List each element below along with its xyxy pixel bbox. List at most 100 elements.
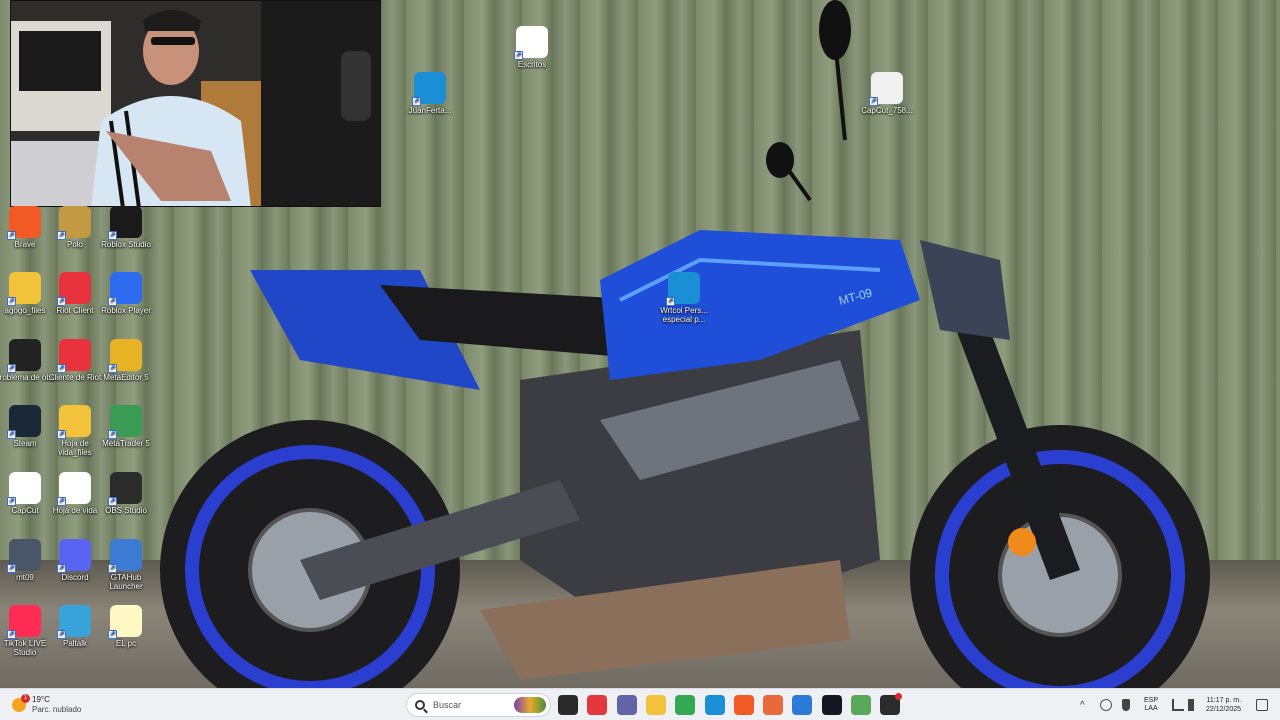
riot-icon: ↗: [57, 339, 91, 373]
chrome-doc-icon: ↗: [57, 472, 91, 506]
taskbar-app-store[interactable]: [792, 695, 813, 715]
search-icon: [415, 700, 425, 710]
brave-icon: ↗: [7, 206, 41, 240]
clock-date: 22/12/2025: [1206, 706, 1242, 713]
weather-temp: 19°C: [32, 695, 50, 704]
desktop-icon-label: Roblox Studio: [101, 240, 151, 249]
shortcut-arrow-icon: ↗: [57, 297, 66, 306]
edge-icon: ↗: [412, 72, 446, 106]
taskbar-app-file-explorer[interactable]: [645, 695, 666, 715]
language-line1: ESP: [1144, 697, 1159, 704]
network-icon[interactable]: [1172, 699, 1184, 711]
security-tray-icon[interactable]: [1100, 699, 1112, 711]
microphone-tray-icon[interactable]: [1122, 699, 1130, 711]
desktop-icon-label: MetaEditor 5: [103, 373, 149, 382]
shortcut-arrow-icon: ↗: [7, 430, 16, 439]
tiktok-icon: ↗: [7, 605, 41, 639]
taskbar-app-brave[interactable]: [733, 695, 754, 715]
volume-icon[interactable]: [1188, 699, 1198, 711]
search-placeholder: Buscar: [433, 700, 462, 710]
taskbar-app-teams[interactable]: [616, 695, 637, 715]
desktop-icon-gtahub[interactable]: ↗ GTAHub Launcher: [96, 539, 156, 591]
desktop-icon-escritos[interactable]: ↗ Escritos: [502, 26, 562, 69]
shortcut-arrow-icon: ↗: [57, 497, 66, 506]
weather-sun-icon: 1: [12, 694, 30, 712]
desktop-icon-metaeditor[interactable]: ↗ MetaEditor 5: [96, 339, 156, 382]
desktop-icon-juanferta[interactable]: ↗ JuanFerta...: [400, 72, 460, 115]
taskbar: 1 19°C Parc. nublado Buscar ^ ESP LAA 11…: [0, 688, 1280, 720]
shortcut-arrow-icon: ↗: [108, 630, 117, 639]
taskbar-app-mail[interactable]: [763, 695, 784, 715]
shortcut-arrow-icon: ↗: [412, 97, 421, 106]
text-file-icon: ↗: [108, 605, 142, 639]
taskbar-app-anydesk[interactable]: [587, 695, 608, 715]
roblox-icon: ↗: [108, 272, 142, 306]
start-button[interactable]: [380, 695, 400, 715]
taskbar-search-box[interactable]: Buscar: [406, 693, 551, 717]
turn-signal: [1008, 528, 1036, 556]
desktop-icon-el-pc[interactable]: ↗ EL pc: [96, 605, 156, 648]
taskbar-app-tradingview[interactable]: [821, 695, 842, 715]
shortcut-arrow-icon: ↗: [108, 297, 117, 306]
desktop-icon-obs[interactable]: ↗ OBS Studio: [96, 472, 156, 515]
desktop-icon-metatrader[interactable]: ↗ MetaTrader 5: [96, 405, 156, 448]
shortcut-arrow-icon: ↗: [108, 430, 117, 439]
discord-icon: ↗: [57, 539, 91, 573]
shortcut-arrow-icon: ↗: [7, 364, 16, 373]
webcam-feed: [11, 1, 380, 206]
metatrader-icon: ↗: [108, 405, 142, 439]
weather-widget[interactable]: 1 19°C Parc. nublado: [12, 689, 81, 720]
language-line2: LAA: [1144, 705, 1158, 712]
headlight-cowl: [920, 240, 1010, 340]
paltalk-icon: ↗: [57, 605, 91, 639]
taskbar-app-recycle[interactable]: [851, 695, 871, 715]
desktop-icon-label: CapCut_758...: [861, 106, 913, 115]
desktop-icon-label: Roblox Player: [101, 306, 151, 315]
folder-icon: ↗: [7, 272, 41, 306]
riot-icon: ↗: [57, 272, 91, 306]
folder-icon: ↗: [57, 405, 91, 439]
webcam-overlay: [10, 0, 381, 207]
desktop-icon-label: MetaTrader 5: [102, 439, 150, 448]
capcut-icon: ↗: [7, 472, 41, 506]
shortcut-arrow-icon: ↗: [57, 564, 66, 573]
taskbar-app-obs[interactable]: [880, 693, 903, 715]
weather-badge: 1: [21, 694, 30, 703]
shortcut-arrow-icon: ↗: [7, 297, 16, 306]
metaeditor-icon: ↗: [108, 339, 142, 373]
taskbar-app-chrome[interactable]: [675, 695, 696, 715]
fuel-tank: [600, 230, 920, 380]
system-clock[interactable]: 11:17 p. m. 22/12/2025: [1206, 689, 1241, 720]
edge-icon: ↗: [666, 272, 700, 306]
shortcut-arrow-icon: ↗: [108, 231, 117, 240]
obs-icon: ↗: [108, 472, 142, 506]
document-icon: ↗: [514, 26, 548, 60]
steam-icon: ↗: [7, 405, 41, 439]
desktop-icon-roblox-studio[interactable]: ↗ Roblox Studio: [96, 206, 156, 249]
shortcut-arrow-icon: ↗: [108, 564, 117, 573]
taskbar-app-edge[interactable]: [704, 695, 725, 715]
shortcut-arrow-icon: ↗: [7, 231, 16, 240]
notification-dot: [895, 693, 903, 700]
desktop-icon-label: Escritos: [517, 60, 547, 69]
shortcut-arrow-icon: ↗: [57, 231, 66, 240]
desktop-icon-wrtcol[interactable]: ↗ Wrtcol Pers... especial p...: [654, 272, 714, 324]
shortcut-arrow-icon: ↗: [108, 364, 117, 373]
roblox-studio-icon: ↗: [108, 206, 142, 240]
desktop-icon-roblox-player[interactable]: ↗ Roblox Player: [96, 272, 156, 315]
show-hidden-icons-chevron-icon[interactable]: ^: [1080, 689, 1085, 720]
taskbar-app-task-view[interactable]: [558, 695, 578, 715]
video-thumb-icon: ↗: [7, 339, 41, 373]
shortcut-arrow-icon: ↗: [57, 630, 66, 639]
language-indicator[interactable]: ESP LAA: [1144, 689, 1158, 720]
notifications-icon[interactable]: [1256, 699, 1268, 711]
desktop-icon-label: JuanFerta...: [408, 106, 452, 115]
weather-condition: Parc. nublado: [32, 705, 82, 714]
shortcut-arrow-icon: ↗: [57, 430, 66, 439]
shortcut-arrow-icon: ↗: [7, 564, 16, 573]
shortcut-arrow-icon: ↗: [666, 297, 675, 306]
shortcut-arrow-icon: ↗: [57, 364, 66, 373]
shortcut-arrow-icon: ↗: [7, 497, 16, 506]
desktop-icon-capcut758[interactable]: ↗ CapCut_758...: [857, 72, 917, 115]
gtahub-icon: ↗: [108, 539, 142, 573]
